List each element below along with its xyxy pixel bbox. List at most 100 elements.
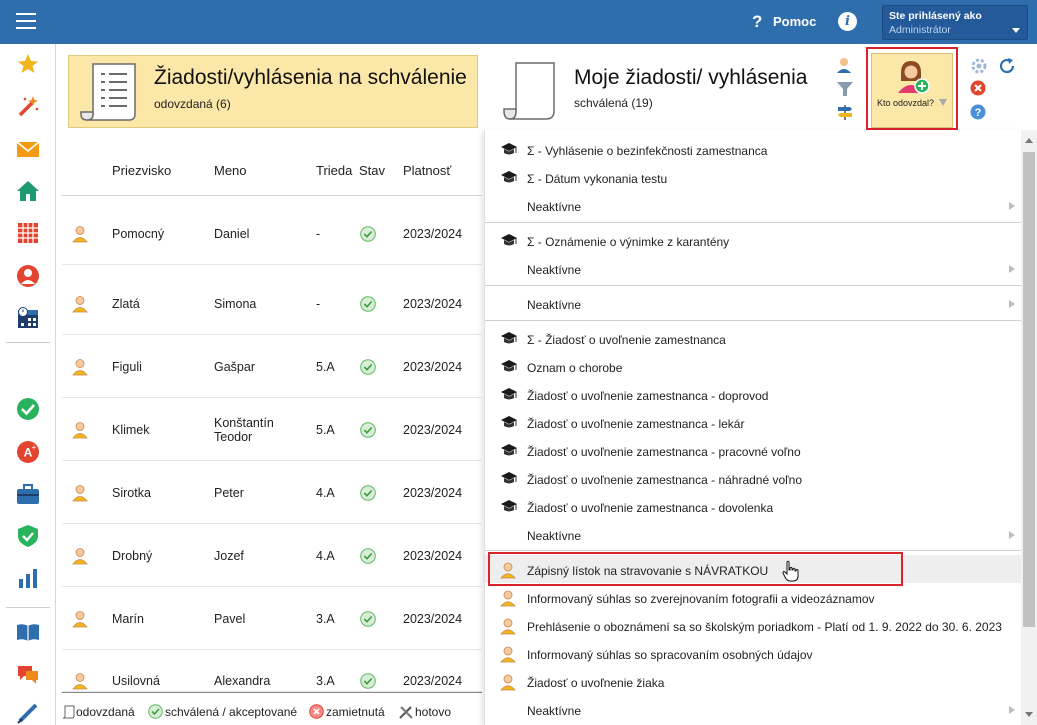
menu-item-inactive-submenu[interactable]: Neaktívne [485, 695, 1021, 723]
table-row[interactable]: Figuli Gašpar 5.A 2023/2024 [62, 335, 482, 398]
scroll-up-arrow-icon[interactable] [1025, 138, 1033, 143]
gear-icon[interactable] [970, 57, 988, 75]
hamburger-menu-icon[interactable] [16, 13, 36, 29]
menu-item[interactable]: Žiadosť o uvoľnenie žiaka [485, 667, 1021, 695]
cell-name: Konštantín [214, 416, 274, 430]
info-icon[interactable]: i [838, 12, 857, 31]
table-row[interactable]: Sirotka Peter 4.A 2023/2024 [62, 461, 482, 524]
menu-item-label: Informovaný súhlas so spracovaním osobný… [527, 648, 813, 662]
scrollbar[interactable] [1021, 130, 1037, 725]
briefcase-icon[interactable] [16, 482, 40, 506]
menu-separator [485, 285, 1021, 286]
person-icon [72, 485, 88, 502]
timetable-icon[interactable] [16, 221, 40, 245]
scrollbar-thumb[interactable] [1023, 152, 1035, 627]
cell-name: Peter [214, 486, 244, 500]
my-requests-count: schválená (19) [574, 96, 653, 110]
magic-wand-icon[interactable] [16, 94, 40, 118]
column-header-class[interactable]: Trieda [316, 163, 352, 178]
bar-chart-icon[interactable] [16, 566, 40, 590]
refresh-icon[interactable] [998, 57, 1016, 75]
menu-item-label: Neaktívne [527, 704, 582, 718]
table-row[interactable]: Zlatá Simona - 2023/2024 [62, 272, 482, 335]
menu-item[interactable]: Informovaný súhlas so zverejnovaním foto… [485, 583, 1021, 611]
table-row[interactable]: Usilovná Alexandra 3.A 2023/2024 [62, 650, 482, 692]
cell-surname: Usilovná [112, 674, 160, 688]
tools-column [834, 55, 858, 128]
chat-icon[interactable] [16, 662, 40, 686]
menu-item[interactable]: Zápisný lístok na stravovanie s NÁVRATKO… [485, 555, 1021, 583]
scroll-down-arrow-icon[interactable] [1025, 712, 1033, 717]
person-icon [500, 618, 516, 635]
column-header-surname[interactable]: Priezvisko [112, 163, 171, 178]
menu-item[interactable]: Žiadosť o uvoľnenie zamestnanca - pracov… [485, 436, 1021, 464]
menu-item[interactable]: Prehlásenie o oboznámení sa so školským … [485, 611, 1021, 639]
cell-validity: 2023/2024 [403, 297, 463, 311]
menu-item-label: Neaktívne [527, 263, 582, 277]
my-requests-title: Moje žiadosti/ vyhlásenia [574, 66, 808, 89]
column-header-validity[interactable]: Platnosť [403, 163, 451, 178]
approved-check-icon [360, 226, 376, 242]
approved-check-icon [360, 422, 376, 438]
menu-item[interactable]: Σ - Vyhlásenie o bezinfekčnosti zamestna… [485, 135, 1021, 163]
user-dropdown[interactable]: Ste prihlásený ako Administrátor [882, 5, 1028, 40]
document-list-icon [80, 63, 136, 121]
menu-item-inactive-submenu[interactable]: Neaktívne [485, 520, 1021, 548]
cell-name: Daniel [214, 227, 250, 241]
grade-icon[interactable]: A + [16, 440, 40, 464]
menu-item[interactable]: Žiadosť o uvoľnenie zamestnanca - lekár [485, 408, 1021, 436]
menu-item-inactive-submenu[interactable]: Neaktívne [485, 191, 1021, 219]
menu-item-inactive-submenu[interactable]: Neaktívne [485, 254, 1021, 282]
menu-item[interactable]: Σ - Dátum vykonania testu [485, 163, 1021, 191]
pending-requests-card[interactable]: Žiadosti/vyhlásenia na schválenie odovzd… [68, 55, 478, 128]
sidebar: A + [0, 44, 56, 725]
who-submitted-dropdown[interactable]: Kto odovzdal? [871, 53, 953, 128]
menu-item-label: Neaktívne [527, 529, 582, 543]
column-header-status[interactable]: Stav [359, 163, 385, 178]
calendar-clock-icon[interactable] [16, 306, 40, 330]
menu-item[interactable]: Žiadosť o uvoľnenie zamestnanca - doprov… [485, 380, 1021, 408]
filter-icon[interactable] [836, 80, 854, 98]
menu-item[interactable]: Žiadosť o uvoľnenie zamestnanca - náhrad… [485, 464, 1021, 492]
mail-icon[interactable] [16, 137, 40, 161]
table-row[interactable]: Drobný Jozef 4.A 2023/2024 [62, 524, 482, 587]
person-icon [500, 646, 516, 663]
signpost-icon[interactable] [836, 103, 854, 121]
menu-item-label: Žiadosť o uvoľnenie žiaka [527, 676, 665, 690]
person-icon [72, 422, 88, 439]
cell-surname: Marín [112, 612, 144, 626]
menu-item-inactive-submenu[interactable]: Neaktívne [485, 289, 1021, 317]
approved-check-icon [360, 673, 376, 689]
menu-item[interactable]: Σ - Oznámenie o výnimke z karantény [485, 226, 1021, 254]
column-header-name[interactable]: Meno [214, 163, 247, 178]
star-icon[interactable] [16, 52, 40, 76]
cell-name: Gašpar [214, 360, 255, 374]
person-circle-icon[interactable] [16, 264, 40, 288]
menu-item[interactable]: Žiadosť o uvoľnenie zamestnanca - dovole… [485, 492, 1021, 520]
menu-item[interactable]: Informovaný súhlas so spracovaním osobný… [485, 639, 1021, 667]
graduation-cap-icon [501, 360, 517, 372]
menu-item[interactable]: Σ - Žiadosť o uvoľnenie zamestnanca [485, 324, 1021, 352]
graduation-cap-icon [501, 472, 517, 484]
my-requests-card[interactable]: Moje žiadosti/ vyhlásenia schválená (19) [484, 55, 819, 128]
check-circle-icon[interactable] [16, 397, 40, 421]
table-row[interactable]: Klimek Konštantín Teodor 5.A 2023/2024 [62, 398, 482, 461]
pen-icon[interactable] [16, 701, 40, 725]
cell-surname: Drobný [112, 549, 153, 563]
book-icon[interactable] [16, 620, 40, 644]
help-circle-icon[interactable]: ? [970, 104, 986, 120]
help-icon[interactable]: ? [752, 12, 762, 32]
table-row[interactable]: Marín Pavel 3.A 2023/2024 [62, 587, 482, 650]
cell-class: - [316, 297, 321, 311]
close-icon[interactable] [970, 80, 986, 96]
home-icon[interactable] [16, 179, 40, 203]
menu-item-label: Prehlásenie o oboznámení sa so školským … [527, 620, 1002, 634]
menu-item[interactable]: Oznam o chorobe [485, 352, 1021, 380]
shield-icon[interactable] [16, 524, 40, 548]
cell-name: Jozef [214, 549, 244, 563]
person-settings-icon[interactable] [836, 56, 854, 74]
user-role: Administrátor [889, 24, 951, 36]
menu-item-label: Žiadosť o uvoľnenie zamestnanca - dovole… [527, 501, 774, 515]
table-row[interactable]: Pomocný Daniel - 2023/2024 [62, 202, 482, 265]
help-link[interactable]: Pomoc [773, 14, 816, 29]
